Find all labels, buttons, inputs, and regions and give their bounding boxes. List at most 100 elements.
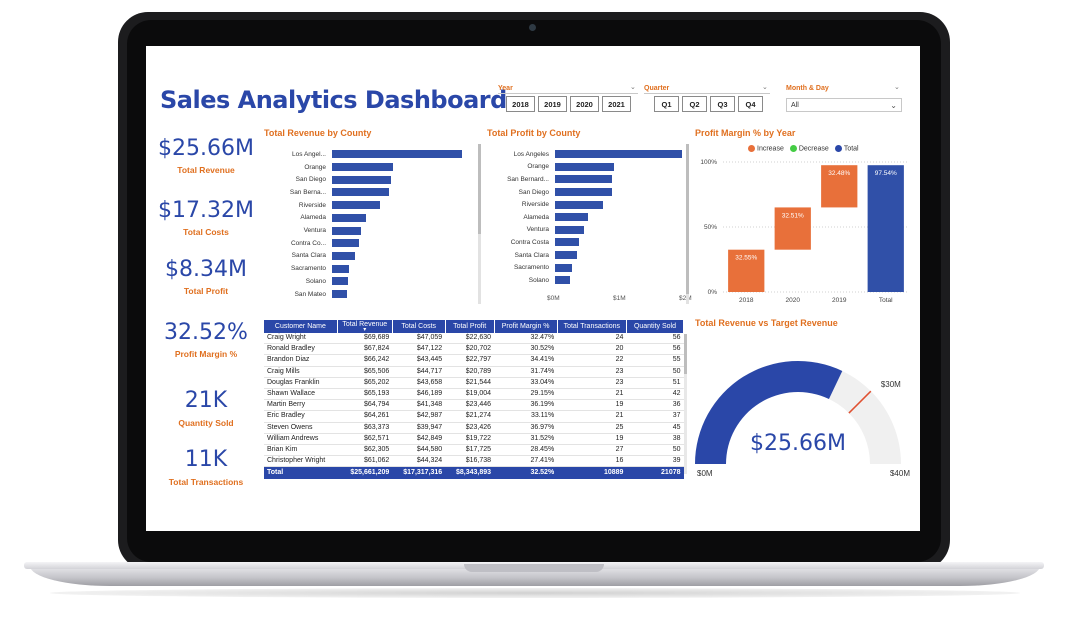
profit-county-label: Alameda	[523, 213, 549, 221]
quarter-button-q1[interactable]: Q1	[654, 96, 679, 112]
kpi-total-transactions-value: 11K	[184, 447, 228, 472]
table-header-cell[interactable]: Quantity Sold	[626, 320, 685, 333]
table-row[interactable]: Steven Owens $63,373 $39,947 $23,426 36.97% 2…	[264, 422, 684, 434]
table-cell: 20	[557, 343, 627, 356]
quarter-slicer-label: Quarter	[644, 85, 670, 92]
quarter-button-q4[interactable]: Q4	[738, 96, 763, 112]
profit-county-row: Orange	[487, 161, 615, 174]
year-button-2019[interactable]: 2019	[538, 96, 567, 112]
table-header-cell[interactable]: Total Profit	[445, 320, 495, 333]
table-cell: $62,305	[337, 444, 393, 457]
profit-chart-scrollbar-track[interactable]	[686, 144, 689, 304]
chevron-down-icon[interactable]: ⌄	[762, 83, 768, 91]
table-cell: Martin Berry	[264, 399, 338, 412]
profit-county-bar[interactable]	[555, 150, 682, 159]
table-cell: $21,544	[445, 377, 495, 389]
profit-county-bar[interactable]	[555, 200, 603, 209]
revenue-county-bar[interactable]	[332, 239, 360, 248]
profit-county-bar[interactable]	[555, 188, 612, 197]
table-cell: Brian Kim	[264, 444, 338, 457]
year-button-2018[interactable]: 2018	[506, 96, 535, 112]
profit-county-bar[interactable]	[555, 162, 615, 171]
table-cell: $23,426	[445, 422, 495, 434]
waterfall-y-tick: 50%	[704, 224, 717, 231]
table-row[interactable]: Shawn Wallace $65,193 $46,189 $19,004 29.15%…	[264, 388, 684, 401]
quarter-button-q2[interactable]: Q2	[682, 96, 707, 112]
table-cell: 19	[557, 399, 627, 412]
table-cell: Christopher Wright	[264, 455, 338, 468]
table-cell: $47,122	[392, 343, 446, 356]
waterfall-y-tick: 100%	[700, 159, 717, 166]
year-button-2021[interactable]: 2021	[602, 96, 631, 112]
sort-descending-icon[interactable]: ▾	[341, 327, 389, 333]
profit-chart-scrollbar-thumb[interactable]	[686, 144, 689, 294]
revenue-county-row: San Berna...	[264, 186, 389, 199]
profit-county-bar[interactable]	[555, 276, 570, 285]
revenue-county-bar[interactable]	[332, 150, 462, 159]
revenue-chart-scrollbar-thumb[interactable]	[478, 144, 481, 234]
table-header-row: Customer Name Total Revenue ▾ Total Costs To…	[264, 320, 685, 333]
profit-county-bar[interactable]	[555, 251, 578, 260]
revenue-county-bar[interactable]	[332, 163, 393, 172]
revenue-county-bar[interactable]	[332, 290, 348, 299]
kpi-quantity-sold-label: Quantity Sold	[178, 418, 234, 428]
table-row[interactable]: Ronald Bradley $67,824 $47,122 $20,702 30.52…	[264, 343, 684, 356]
revenue-chart-scrollbar-track[interactable]	[478, 144, 481, 304]
quarter-button-q3[interactable]: Q3	[710, 96, 735, 112]
table-row[interactable]: Martin Berry $64,794 $41,348 $23,446 36.19% 1…	[264, 399, 684, 412]
profit-county-bar[interactable]	[555, 225, 585, 234]
revenue-county-row: Solano	[264, 275, 348, 288]
table-row[interactable]: Craig Wright $69,689 $47,059 $22,630 32.47% 2…	[264, 333, 684, 345]
revenue-county-bar[interactable]	[332, 251, 356, 260]
table-row[interactable]: William Andrews $62,571 $42,849 $19,722 31.5…	[264, 433, 684, 445]
revenue-county-bar[interactable]	[332, 213, 366, 222]
year-slicer-divider	[498, 93, 638, 94]
table-cell: 19	[557, 433, 627, 445]
table-row[interactable]: Brandon Diaz $66,242 $43,445 $22,797 34.41% 2…	[264, 354, 684, 367]
revenue-county-bar[interactable]	[332, 188, 389, 197]
table-row[interactable]: Christopher Wright $61,062 $44,324 $16,738 2…	[264, 455, 684, 468]
table-row[interactable]: Craig Mills $65,506 $44,717 $20,789 31.74% 23…	[264, 366, 684, 378]
profit-county-bar[interactable]	[555, 238, 579, 247]
table-cell: $64,261	[337, 410, 393, 423]
year-button-2020[interactable]: 2020	[570, 96, 599, 112]
table-cell: $64,794	[337, 399, 393, 412]
table-row[interactable]: Brian Kim $62,305 $44,580 $17,725 28.45% 27 50	[264, 444, 684, 457]
chevron-down-icon[interactable]: ⌄	[630, 83, 636, 91]
chevron-down-icon[interactable]: ⌄	[894, 83, 900, 91]
revenue-county-label: Contra Co...	[290, 239, 326, 247]
profit-by-county-title: Total Profit by County	[487, 128, 581, 138]
table-total-row: Total $25,661,209 $17,317,316 $8,343,893 32.…	[264, 466, 684, 480]
table-header-cell[interactable]: Total Costs	[392, 320, 446, 333]
profit-county-row: Santa Clara	[487, 249, 578, 262]
table-row[interactable]: Eric Bradley $64,261 $42,987 $21,274 33.11% 2…	[264, 410, 684, 423]
table-cell: $42,849	[392, 433, 446, 445]
profit-county-label: Orange	[527, 163, 549, 171]
kpi-total-revenue-label: Total Revenue	[177, 165, 235, 175]
legend-decrease: Decrease	[789, 145, 829, 152]
table-cell: $17,725	[445, 444, 495, 457]
revenue-county-bar[interactable]	[332, 226, 362, 235]
table-header-cell[interactable]: Total Revenue ▾	[337, 320, 393, 333]
profit-county-bar[interactable]	[555, 263, 572, 272]
profit-county-row: Sacramento	[487, 261, 572, 274]
revenue-county-bar[interactable]	[332, 175, 391, 184]
table-header-cell[interactable]: Total Transactions	[557, 320, 627, 333]
table-row[interactable]: Douglas Franklin $65,202 $43,658 $21,544 33.…	[264, 377, 684, 389]
revenue-county-label: Solano	[305, 277, 326, 285]
table-scrollbar-thumb[interactable]	[684, 334, 687, 374]
revenue-county-bar[interactable]	[332, 264, 349, 273]
table-cell: 36.97%	[494, 422, 558, 434]
month-dropdown[interactable]: All ⌄	[786, 98, 902, 112]
revenue-county-row: Contra Co...	[264, 237, 360, 250]
revenue-county-bar[interactable]	[332, 277, 348, 286]
profit-county-bar[interactable]	[555, 175, 613, 184]
table-cell: $44,717	[392, 366, 446, 378]
profit-county-bar[interactable]	[555, 213, 588, 222]
table-header-cell[interactable]: Profit Margin %	[494, 320, 558, 333]
table-scrollbar-track[interactable]	[684, 334, 687, 474]
kpi-total-revenue-value: $25.66M	[158, 136, 254, 161]
revenue-county-row: Santa Clara	[264, 250, 356, 263]
table-header-cell[interactable]: Customer Name	[264, 320, 338, 333]
revenue-county-bar[interactable]	[332, 201, 381, 210]
